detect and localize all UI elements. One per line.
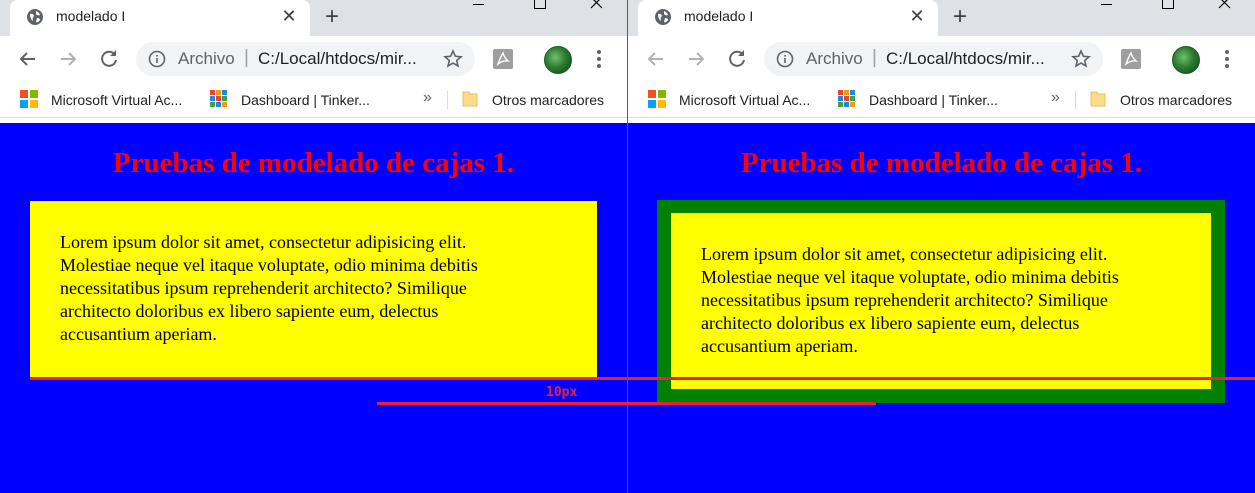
close-icon xyxy=(1218,0,1231,9)
other-bookmarks-label: Otros marcadores xyxy=(492,92,605,108)
tab-modelado[interactable]: modelado I ✕ xyxy=(638,0,938,36)
bookmark-label: Dashboard | Tinker... xyxy=(241,92,370,108)
tab-title: modelado I xyxy=(56,8,126,24)
other-bookmarks-label: Otros marcadores xyxy=(1120,92,1233,108)
bookmarks-overflow-button[interactable]: » xyxy=(423,89,432,107)
page-title: Pruebas de modelado de cajas 1. xyxy=(740,147,1143,179)
bookmark-star-icon[interactable] xyxy=(1071,49,1091,69)
bookmark-label: Microsoft Virtual Ac... xyxy=(679,92,811,108)
url-separator: | xyxy=(872,47,877,68)
bookmark-star-icon[interactable] xyxy=(443,49,463,69)
back-arrow-icon[interactable] xyxy=(15,46,41,72)
browser-window-left: modelado I ✕ + Archivo | C:/Local/htdocs… xyxy=(0,0,627,493)
reload-icon[interactable] xyxy=(96,46,122,72)
address-bar[interactable]: Archivo | C:/Local/htdocs/mir... xyxy=(136,42,475,76)
close-window-button[interactable] xyxy=(574,0,620,22)
folder-icon xyxy=(1090,91,1106,107)
content-box: Lorem ipsum dolor sit amet, consectetur … xyxy=(30,201,597,379)
url-separator: | xyxy=(244,47,249,68)
browser-toolbar: Archivo | C:/Local/htdocs/mir... xyxy=(628,36,1255,82)
info-icon[interactable] xyxy=(148,50,166,68)
minimize-button[interactable] xyxy=(456,0,502,22)
forward-arrow-icon[interactable] xyxy=(683,46,709,72)
url-text[interactable]: C:/Local/htdocs/mir... xyxy=(258,49,417,69)
url-text[interactable]: C:/Local/htdocs/mir... xyxy=(886,49,1045,69)
minimize-button[interactable] xyxy=(1084,0,1130,22)
page-viewport: Pruebas de modelado de cajas 1. Lorem ip… xyxy=(628,123,1255,493)
url-scheme: Archivo xyxy=(178,49,235,68)
kebab-menu-icon[interactable] xyxy=(590,49,608,69)
new-tab-button[interactable]: + xyxy=(946,3,974,31)
info-icon[interactable] xyxy=(776,50,794,68)
microsoft-logo-icon xyxy=(20,90,38,108)
tab-modelado[interactable]: modelado I ✕ xyxy=(10,0,310,36)
url-scheme: Archivo xyxy=(806,49,863,68)
folder-icon xyxy=(462,91,478,107)
bookmarks-divider xyxy=(447,91,448,109)
bookmark-label: Microsoft Virtual Ac... xyxy=(51,92,183,108)
kebab-menu-icon[interactable] xyxy=(1218,49,1236,69)
tab-title: modelado I xyxy=(684,8,754,24)
bookmark-label: Dashboard | Tinker... xyxy=(869,92,998,108)
tab-close-icon[interactable]: ✕ xyxy=(908,7,926,25)
page-viewport: Pruebas de modelado de cajas 1. Lorem ip… xyxy=(0,123,627,493)
back-arrow-icon[interactable] xyxy=(643,46,669,72)
microsoft-logo-icon xyxy=(648,90,666,108)
tab-strip: modelado I ✕ + xyxy=(0,0,627,36)
bookmarks-bar: Microsoft Virtual Ac... Dashboard | Tink… xyxy=(0,82,627,118)
content-box: Lorem ipsum dolor sit amet, consectetur … xyxy=(671,213,1211,389)
bookmarks-overflow-button[interactable]: » xyxy=(1051,89,1060,107)
maximize-button[interactable] xyxy=(516,0,562,22)
globe-icon xyxy=(27,9,43,25)
browser-window-right: modelado I ✕ + Archivo | C:/Local/htdocs… xyxy=(627,0,1255,493)
pdf-extension-icon[interactable] xyxy=(1119,47,1143,71)
tinkercad-icon xyxy=(210,90,227,107)
reload-icon[interactable] xyxy=(724,46,750,72)
page-title: Pruebas de modelado de cajas 1. xyxy=(112,147,515,179)
bookmarks-bar: Microsoft Virtual Ac... Dashboard | Tink… xyxy=(628,82,1255,118)
globe-icon xyxy=(655,9,671,25)
maximize-button[interactable] xyxy=(1144,0,1190,22)
forward-arrow-icon[interactable] xyxy=(55,46,81,72)
bordered-content-box: Lorem ipsum dolor sit amet, consectetur … xyxy=(657,200,1225,403)
close-window-button[interactable] xyxy=(1202,0,1248,22)
address-bar[interactable]: Archivo | C:/Local/htdocs/mir... xyxy=(764,42,1103,76)
tab-close-icon[interactable]: ✕ xyxy=(280,7,298,25)
pdf-extension-icon[interactable] xyxy=(491,47,515,71)
bookmarks-divider xyxy=(1075,91,1076,109)
profile-avatar[interactable] xyxy=(544,46,572,74)
tab-strip: modelado I ✕ + xyxy=(628,0,1255,36)
profile-avatar[interactable] xyxy=(1172,46,1200,74)
lorem-paragraph: Lorem ipsum dolor sit amet, consectetur … xyxy=(60,232,478,344)
browser-toolbar: Archivo | C:/Local/htdocs/mir... xyxy=(0,36,627,82)
new-tab-button[interactable]: + xyxy=(318,3,346,31)
lorem-paragraph: Lorem ipsum dolor sit amet, consectetur … xyxy=(701,244,1119,356)
tinkercad-icon xyxy=(838,90,855,107)
close-icon xyxy=(590,0,603,9)
